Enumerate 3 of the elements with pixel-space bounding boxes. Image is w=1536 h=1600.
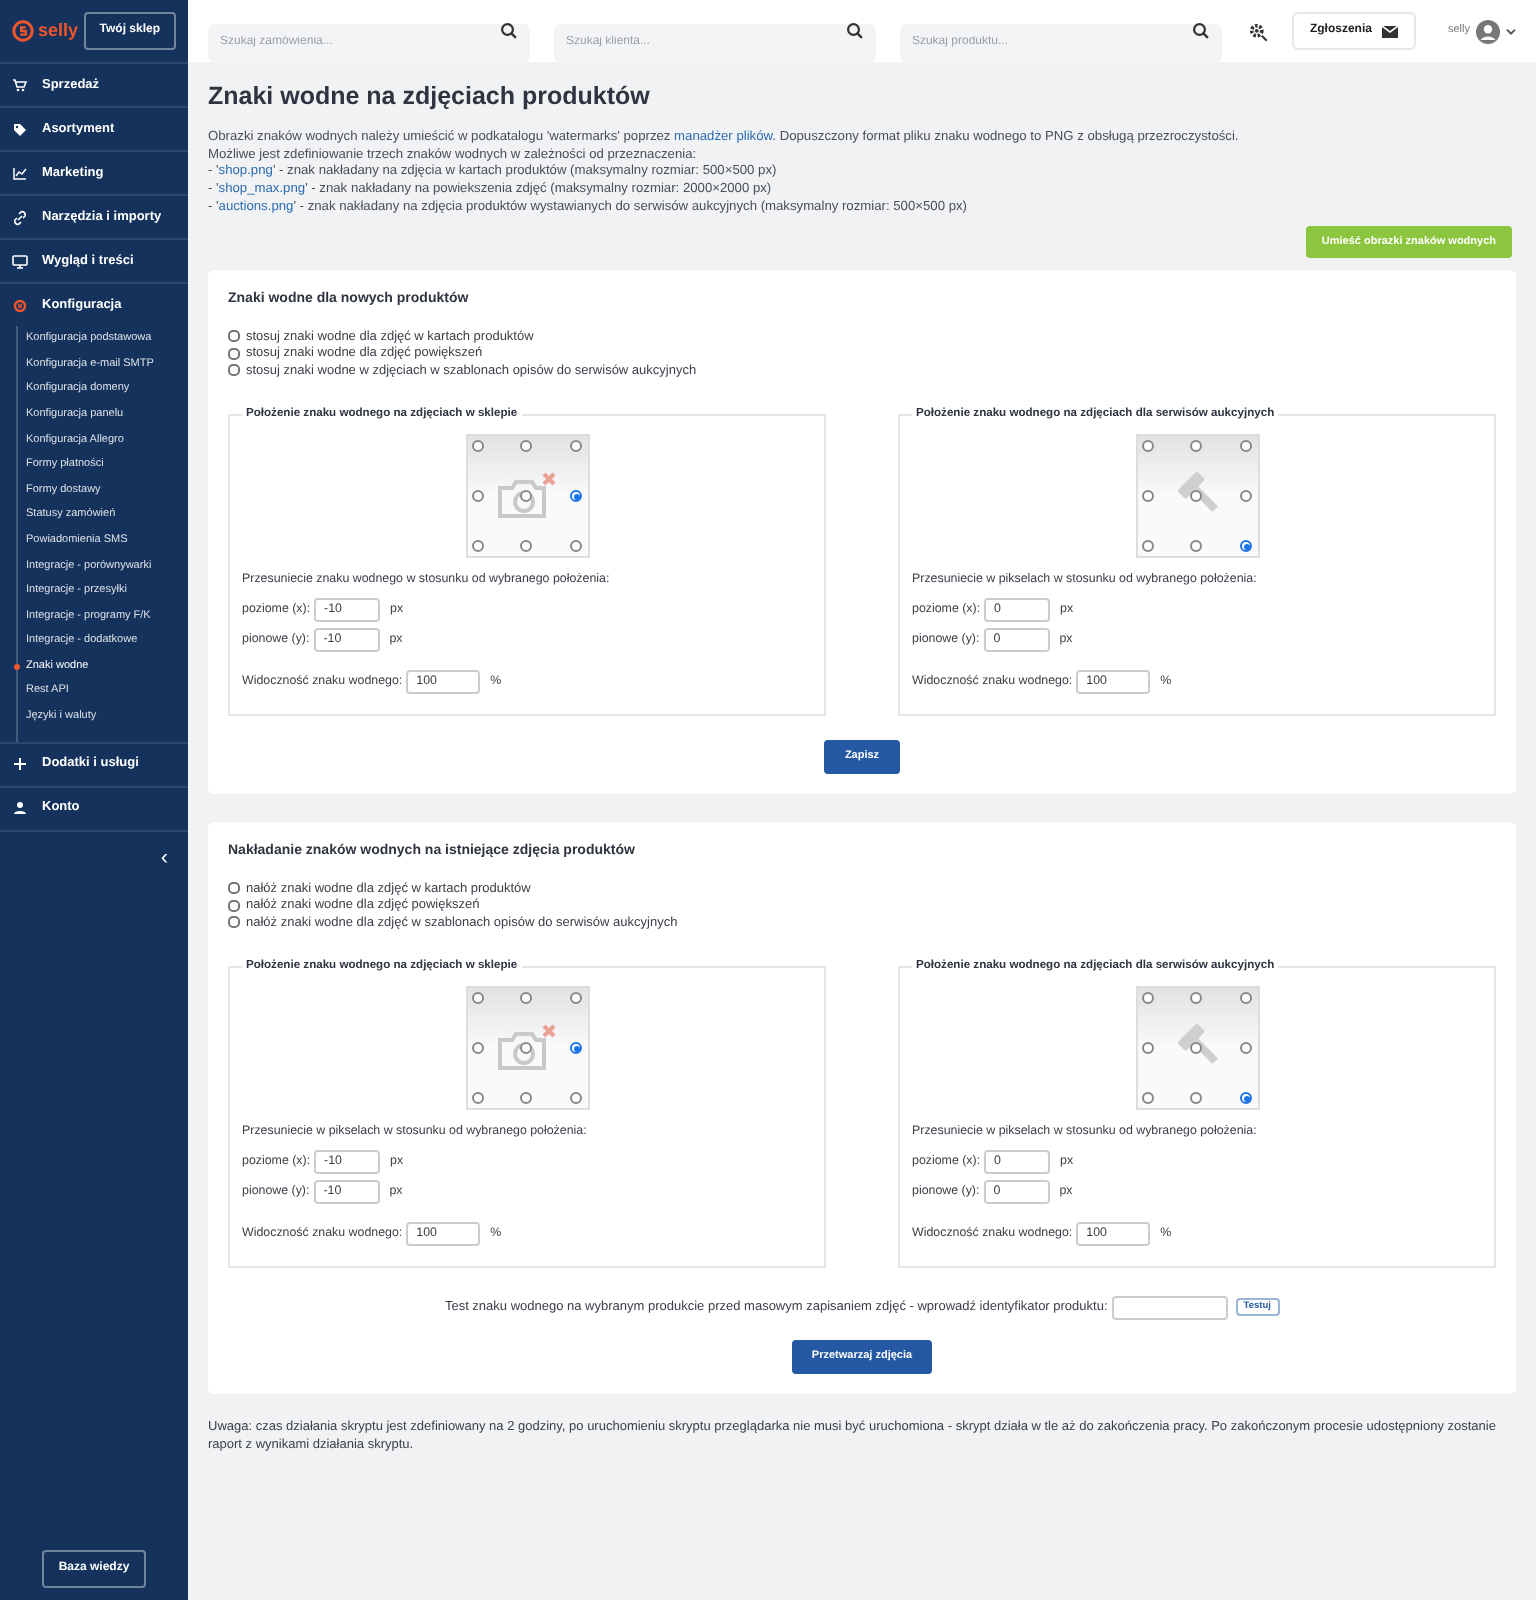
page-title: Znaki wodne na zdjęciach produktów xyxy=(208,80,652,114)
logo: selly xyxy=(12,17,79,45)
collapse-button[interactable]: ‹ xyxy=(160,847,168,869)
